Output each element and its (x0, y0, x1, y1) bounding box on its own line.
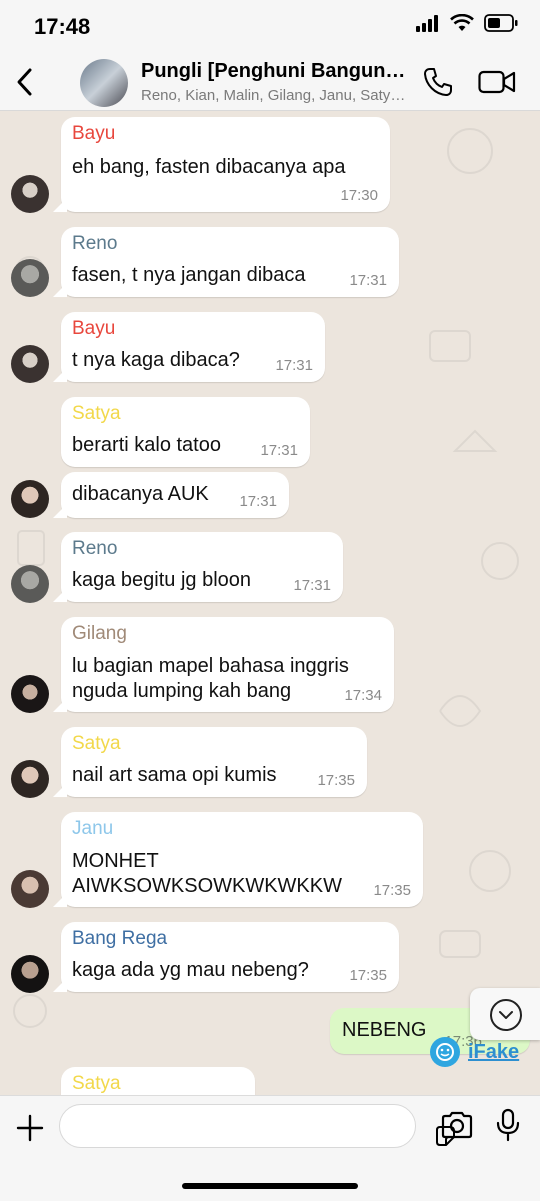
message-bubble[interactable]: Reno fasen, t nya jangan dibaca 17:31 (53, 227, 399, 297)
message-bubble[interactable]: dibacanya AUK 17:31 (53, 472, 289, 518)
plus-icon[interactable] (14, 1112, 46, 1144)
message-time: 17:31 (239, 493, 277, 510)
status-time: 17:48 (34, 14, 91, 39)
avatar[interactable] (11, 175, 49, 213)
video-call-icon[interactable] (478, 68, 516, 96)
message-text: t nya kaga dibaca? (72, 349, 240, 371)
message-text: MONHET (72, 850, 159, 872)
chat-title[interactable]: Pungli [Penghuni Bangunan] (141, 60, 411, 83)
message-text: AIWKSOWKSOWKWKWKKW (72, 875, 342, 897)
home-indicator (182, 1183, 358, 1189)
signal-icon (416, 15, 438, 32)
watermark-text: iFake (468, 1040, 520, 1063)
watermark: iFake (430, 1037, 519, 1067)
avatar[interactable] (11, 480, 49, 518)
message-time: 17:35 (349, 967, 387, 984)
chat-members[interactable]: Reno, Kian, Malin, Gilang, Janu, Satya, … (141, 87, 411, 104)
avatar[interactable] (11, 675, 49, 713)
message-text: nail art sama opi kumis (72, 764, 277, 786)
avatar[interactable] (11, 870, 49, 908)
message-text: eh bang, fasten dibacanya apa (72, 156, 346, 178)
watermark-logo-icon (430, 1037, 460, 1067)
sender-name: Satya (72, 403, 121, 424)
avatar[interactable] (11, 955, 49, 993)
message-bubble[interactable]: Satya (61, 1067, 255, 1095)
message-text: dibacanya AUK (72, 483, 209, 505)
message-bubble[interactable]: Satya berarti kalo tatoo 17:31 (61, 397, 310, 467)
message-time: 17:31 (275, 357, 313, 374)
avatar[interactable] (11, 760, 49, 798)
scroll-to-bottom-button[interactable] (470, 988, 540, 1040)
message-text: kaga begitu jg bloon (72, 569, 252, 591)
microphone-icon[interactable] (495, 1108, 521, 1142)
message-bubble[interactable]: Reno kaga begitu jg bloon 17:31 (53, 532, 343, 602)
status-icons (416, 14, 518, 32)
sender-name: Janu (72, 818, 114, 839)
sender-name: Satya (72, 733, 121, 754)
message-text: nguda lumping kah bang (72, 680, 292, 702)
avatar[interactable] (11, 259, 49, 297)
group-avatar[interactable] (80, 59, 128, 107)
message-bubble[interactable]: Bang Rega kaga ada yg mau nebeng? 17:35 (53, 922, 399, 992)
message-text: kaga ada yg mau nebeng? (72, 959, 309, 981)
status-bar: 17:48 (0, 0, 540, 56)
wifi-icon (450, 14, 474, 31)
message-input[interactable] (59, 1104, 455, 1148)
chevron-down-icon (490, 999, 522, 1031)
message-text: lu bagian mapel bahasa inggris (72, 655, 349, 677)
message-bubble[interactable]: Gilang lu bagian mapel bahasa inggris ng… (53, 617, 394, 712)
back-icon[interactable] (10, 64, 40, 100)
message-text: fasen, t nya jangan dibaca (72, 264, 306, 286)
message-bubble[interactable]: Bayu t nya kaga dibaca? 17:31 (53, 312, 325, 382)
message-time: 17:31 (260, 442, 298, 459)
chat-area[interactable]: Bayu eh bang, fasten dibacanya apa 17:30… (0, 111, 540, 1095)
message-time: 17:35 (373, 882, 411, 899)
message-text: NEBENG (342, 1019, 427, 1041)
message-bubble[interactable]: Janu MONHET AIWKSOWKSOWKWKWKKW 17:35 (53, 812, 423, 907)
message-time: 17:35 (317, 772, 355, 789)
message-time: 17:30 (340, 187, 378, 204)
message-time: 17:31 (293, 577, 331, 594)
message-text: berarti kalo tatoo (72, 434, 221, 456)
sender-name: Bayu (72, 123, 116, 144)
message-bubble[interactable]: Satya nail art sama opi kumis 17:35 (53, 727, 367, 797)
sender-name: Satya (72, 1073, 121, 1094)
phone-icon[interactable] (422, 66, 454, 98)
sender-name: Bang Rega (72, 928, 168, 949)
message-time: 17:31 (349, 272, 387, 289)
input-bar (0, 1095, 540, 1201)
battery-icon (484, 14, 518, 32)
chat-header: Pungli [Penghuni Bangunan] Reno, Kian, M… (0, 56, 540, 111)
avatar[interactable] (11, 565, 49, 603)
sender-name: Reno (72, 538, 118, 559)
sender-name: Gilang (72, 623, 127, 644)
message-bubble[interactable]: Bayu eh bang, fasten dibacanya apa 17:30 (53, 117, 390, 212)
sender-name: Bayu (72, 318, 116, 339)
camera-icon[interactable] (440, 1110, 474, 1140)
sender-name: Reno (72, 233, 118, 254)
avatar[interactable] (11, 345, 49, 383)
message-time: 17:34 (344, 687, 382, 704)
